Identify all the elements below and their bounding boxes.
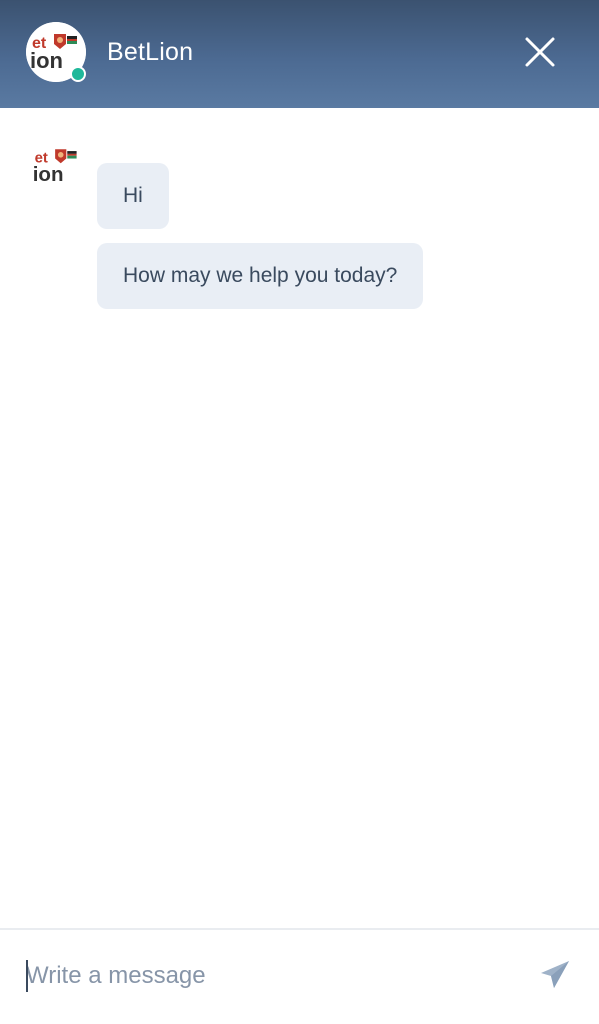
message-bubble: Hi	[97, 163, 169, 229]
message-bubble: How may we help you today?	[97, 243, 424, 309]
svg-text:ion: ion	[33, 163, 64, 186]
message-input[interactable]	[26, 954, 496, 998]
svg-text:ion: ion	[30, 48, 63, 73]
chat-title: BetLion	[107, 38, 194, 66]
text-caret	[26, 960, 28, 992]
betlion-logo-icon: et ion	[29, 138, 85, 194]
chat-header: et ion BetLion	[0, 0, 599, 108]
message-list[interactable]	[0, 108, 599, 928]
send-button[interactable]	[538, 958, 572, 992]
online-status-dot	[70, 66, 86, 82]
close-button[interactable]	[520, 32, 560, 72]
close-icon[interactable]	[520, 32, 560, 72]
chat-widget: et ion BetLion et ion Hi How may we help…	[0, 0, 599, 1024]
send-icon[interactable]	[538, 958, 572, 992]
message-avatar: et ion	[29, 138, 85, 194]
agent-avatar: et ion	[26, 22, 86, 82]
